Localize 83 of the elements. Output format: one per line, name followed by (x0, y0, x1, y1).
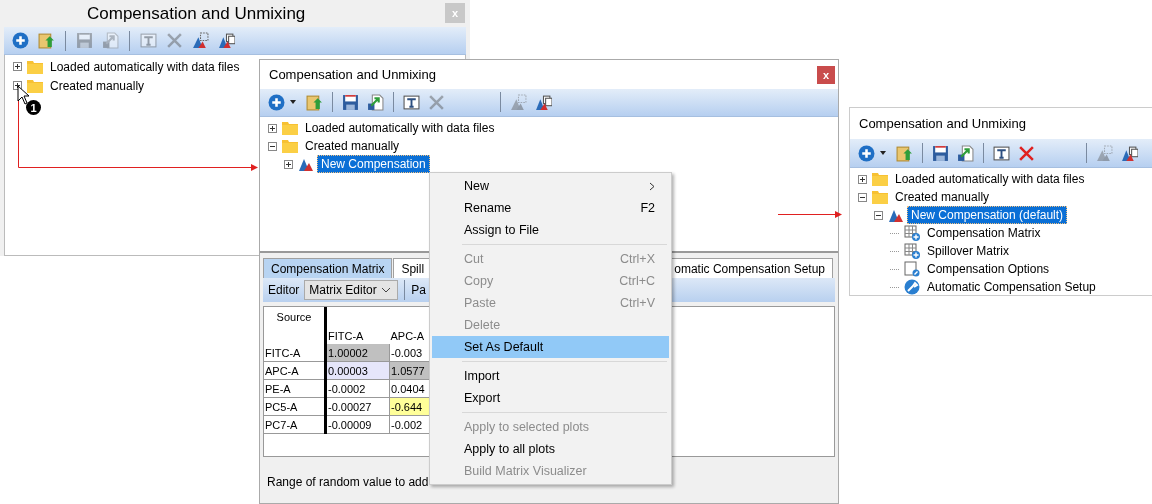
tree-item[interactable]: Automatic Compensation Setup (923, 278, 1100, 295)
peaks-icon (1096, 144, 1113, 162)
menu-item[interactable]: Rename F2 (432, 197, 669, 219)
copy-plot-button[interactable] (216, 31, 237, 50)
copy-plot-button[interactable] (533, 93, 554, 112)
plus-icon (858, 144, 875, 162)
arrow (777, 211, 842, 218)
plus-icon (12, 32, 29, 49)
expand-icon[interactable] (858, 174, 867, 184)
open-button[interactable] (894, 143, 915, 163)
open-button[interactable] (36, 31, 57, 50)
menu-item[interactable]: New (432, 175, 669, 197)
tree-item[interactable]: Compensation Matrix (923, 224, 1045, 242)
peaks-copy-icon (1121, 144, 1138, 162)
chevron-down-icon (381, 287, 392, 293)
collapse-icon[interactable] (874, 210, 883, 220)
folder-icon (872, 189, 888, 205)
cross-icon (166, 32, 183, 49)
expand-icon[interactable] (13, 62, 22, 71)
page-wrench-icon (904, 261, 920, 277)
cross-icon (1018, 144, 1035, 162)
peaks-copy-icon (218, 32, 235, 49)
plot-button[interactable] (190, 31, 211, 50)
cursor-icon (17, 85, 30, 105)
copy-plot-button[interactable] (1119, 143, 1140, 163)
tree-item[interactable]: Created manually (301, 137, 404, 155)
window-title: Compensation and Unmixing (87, 3, 306, 24)
collapse-icon[interactable] (858, 192, 867, 202)
page-arrow-icon (102, 32, 119, 49)
floppy-icon (342, 94, 359, 111)
floppy-icon (76, 32, 93, 49)
expand-icon[interactable] (268, 123, 277, 133)
page-arrow-icon (367, 94, 384, 111)
corner-header: Source (264, 307, 326, 327)
save-button[interactable] (340, 93, 361, 112)
export-button[interactable] (955, 143, 976, 163)
tree-item[interactable]: Created manually (46, 76, 149, 95)
page-arrow-icon (957, 144, 974, 162)
tree-item[interactable]: Spillover Matrix (923, 242, 1014, 260)
editor-dropdown[interactable]: Matrix Editor (304, 280, 399, 300)
column-header: FITC-A (325, 327, 390, 344)
expand-icon[interactable] (284, 159, 293, 169)
plus-icon (268, 94, 285, 111)
floppy-icon (932, 144, 949, 162)
close-button[interactable]: x (817, 66, 835, 84)
peaks-icon (192, 32, 209, 49)
peaks-copy-icon (535, 94, 552, 111)
export-button[interactable] (365, 93, 386, 112)
tab[interactable]: Compensation Matrix (263, 258, 393, 278)
text-icon (140, 32, 157, 49)
table-cell[interactable]: 1.00002 (325, 344, 390, 362)
folder-icon (282, 138, 298, 154)
folder-icon (282, 120, 298, 136)
rename-button[interactable] (991, 143, 1012, 163)
tree-item[interactable]: New Compensation (default) (907, 206, 1068, 224)
grid-plus-icon (904, 225, 920, 241)
peaks-icon (510, 94, 527, 111)
menu-item[interactable]: Apply to all plots (432, 438, 669, 460)
tree-item[interactable]: New Compensation (317, 155, 430, 173)
editor-label: Editor (267, 283, 301, 297)
open-button[interactable] (304, 93, 325, 112)
toolbar-button[interactable]: Pa (411, 283, 427, 297)
range-label: Range of random value to add (267, 475, 429, 489)
menu-item[interactable]: Set As Default (432, 336, 669, 358)
tree-item[interactable]: Loaded automatically with data files (891, 170, 1089, 188)
rename-button[interactable] (401, 93, 422, 112)
text-icon (993, 144, 1010, 162)
collapse-icon[interactable] (268, 141, 277, 151)
add-button[interactable] (10, 31, 31, 50)
tree-item[interactable]: Created manually (891, 188, 994, 206)
folder-icon (27, 58, 43, 75)
tree-item[interactable]: Loaded automatically with data files (301, 119, 499, 137)
tree-item[interactable]: Loaded automatically with data files (46, 57, 244, 76)
text-icon (403, 94, 420, 111)
grid-plus-icon (904, 243, 920, 259)
tree-item[interactable]: Compensation Options (923, 260, 1054, 278)
window-title: Compensation and Unmixing (269, 67, 436, 82)
window-title: Compensation and Unmixing (859, 116, 1026, 131)
menu-item[interactable]: Assign to File (432, 219, 669, 241)
folder-icon (872, 171, 888, 187)
folder-icon (27, 77, 43, 94)
save-button[interactable] (930, 143, 951, 163)
cross-icon (428, 94, 445, 111)
